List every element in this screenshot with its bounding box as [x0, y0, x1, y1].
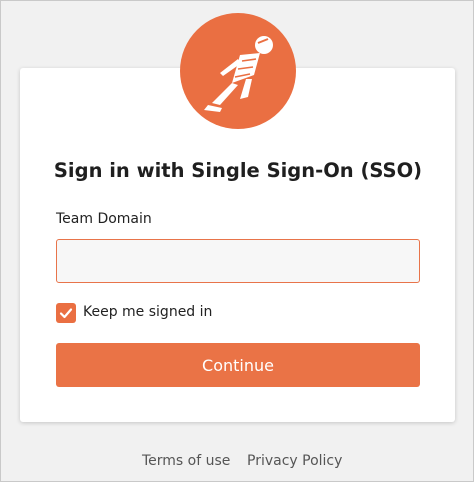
- terms-of-use-link[interactable]: Terms of use: [142, 453, 230, 469]
- continue-button[interactable]: Continue: [56, 343, 420, 387]
- keep-signed-in-label[interactable]: Keep me signed in: [83, 304, 212, 320]
- brand-logo: [180, 13, 296, 129]
- privacy-policy-link[interactable]: Privacy Policy: [247, 453, 342, 469]
- page-title: Sign in with Single Sign-On (SSO): [53, 159, 423, 182]
- postman-astronaut-icon: [204, 36, 273, 112]
- team-domain-label: Team Domain: [56, 211, 152, 227]
- team-domain-input[interactable]: [56, 239, 420, 283]
- checkmark-icon: [59, 308, 73, 319]
- keep-signed-in-checkbox[interactable]: [56, 303, 76, 323]
